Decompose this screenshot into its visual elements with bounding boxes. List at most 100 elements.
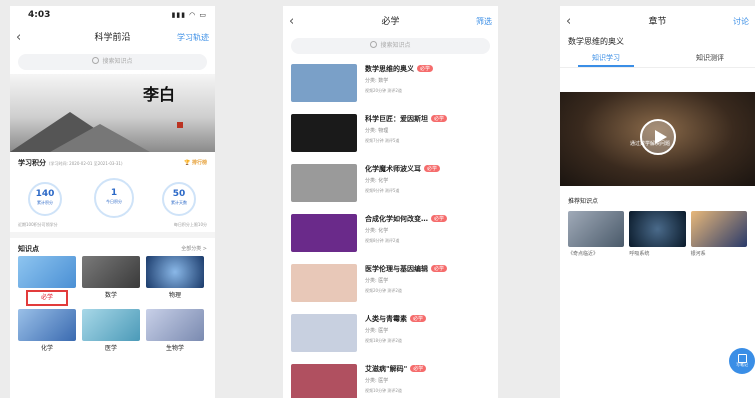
category-label: 数学 [104, 292, 117, 299]
list-item[interactable]: 医学伦理与基因编辑 必学 分类: 医学 视频20分钟 测评2道 [291, 260, 490, 310]
category-tile-physics[interactable]: 物理 [146, 256, 204, 306]
recommended-item[interactable]: 呼吸系统 [629, 211, 686, 257]
course-title: 数学思维的奥义 必学 [365, 64, 434, 74]
today-points-label: 今日积分 [106, 199, 122, 204]
video-caption: 通过数学解决问题 [630, 141, 671, 147]
status-bar: 4:03 ▮▮▮ ◠ ▭ [10, 6, 215, 26]
today-points-circle: 1 今日积分 [94, 178, 134, 218]
course-detail: 视频8分钟 测评2道 [365, 238, 400, 243]
list-item[interactable]: 人类与青霉素 必学 分类: 医学 视频18分钟 测评2道 [291, 310, 490, 360]
category-tile-math[interactable]: 数学 [82, 256, 140, 306]
category-label: 必学 [26, 290, 68, 306]
list-item[interactable]: 合成化学如何改变… 必学分类: 化学视频8分钟 测评2道 [291, 210, 490, 260]
back-icon[interactable]: ‹ [16, 26, 21, 50]
note-left: 近期100积分可领学分 [18, 222, 58, 227]
banner-image[interactable]: 李白 [10, 74, 215, 152]
score-title: 学习积分 [18, 159, 46, 167]
required-tag: 必学 [431, 215, 448, 222]
category-image [82, 256, 140, 288]
course-thumbnail [291, 164, 357, 202]
course-title-text: 医学伦理与基因编辑 [365, 265, 428, 273]
course-title: 数学思维的奥义 [568, 37, 624, 46]
rank-label: 排行榜 [191, 160, 207, 166]
phone-screen-required-list: ‹ 必学 筛选 搜索知识点 数学思维的奥义 必学 分类: 数学 视频20分钟 测评2道… [283, 6, 498, 398]
course-thumbnail [291, 214, 357, 252]
page-title: 科学前沿 [94, 33, 131, 43]
search-input[interactable]: 搜索知识点 [291, 38, 490, 54]
category-tile-chemistry[interactable]: 化学 [18, 309, 76, 357]
write-note-button[interactable]: 写笔记 [729, 348, 755, 374]
all-categories-link[interactable]: 全部分类 > [181, 245, 207, 252]
course-detail: 视频7分钟 测评5道 [365, 138, 400, 143]
search-icon [92, 57, 100, 64]
tab-knowledge-assessment[interactable]: 知识测评 [696, 53, 724, 63]
category-image [146, 256, 204, 288]
phone-screen-home: 4:03 ▮▮▮ ◠ ▭ ‹ 科学前沿 学习轨迹 搜索知识点 李白 学习积分 (学… [10, 6, 215, 398]
score-circles: 140 累计积分 1 今日积分 50 累计天数 近期100积分可领学分 每日积分… [10, 178, 215, 232]
nav-bar: ‹ 必学 筛选 [283, 10, 498, 34]
recommended-label: 《奇点临近》 [568, 251, 599, 257]
category-tile-medicine[interactable]: 医学 [82, 309, 140, 357]
phone-screen-chapter: ‹ 章节 讨论 数学思维的奥义 知识学习 知识测评 通过数学解决问题 推荐知识点… [560, 6, 755, 398]
search-input[interactable]: 搜索知识点 [18, 54, 207, 70]
search-placeholder: 搜索知识点 [380, 42, 411, 49]
list-item[interactable]: 数学思维的奥义 必学 分类: 数学 视频20分钟 测评2道 [291, 60, 490, 110]
course-title-text: 数学思维的奥义 [365, 65, 414, 73]
course-category: 分类: 化学 [365, 228, 389, 234]
category-label: 物理 [168, 292, 181, 299]
course-thumbnail [291, 64, 357, 102]
search-icon [370, 41, 378, 48]
today-points-value: 1 [110, 188, 118, 198]
back-icon[interactable]: ‹ [566, 10, 571, 34]
learning-track-link[interactable]: 学习轨迹 [177, 26, 209, 50]
nav-bar: ‹ 章节 讨论 [560, 10, 755, 34]
recommended-item[interactable]: 《奇点临近》 [568, 211, 625, 257]
rank-link[interactable]: 🏆 排行榜 [184, 159, 207, 166]
list-item[interactable]: 科学巨匠：爱因斯坦 必学 分类: 物理 视频7分钟 测评5道 [291, 110, 490, 160]
course-title: 合成化学如何改变… 必学 [365, 214, 448, 224]
course-detail: 视频20分钟 测评2道 [365, 288, 402, 293]
play-icon[interactable] [640, 119, 676, 155]
note-right: 每日积分上限10分 [173, 222, 207, 227]
recommended-label: 呼吸系统 [629, 251, 650, 257]
category-tile-biology[interactable]: 生物学 [146, 309, 204, 357]
total-points-value: 140 [35, 189, 55, 199]
course-detail: 视频20分钟 测评2道 [365, 88, 402, 93]
video-player[interactable]: 通过数学解决问题 [560, 92, 755, 186]
course-list: 数学思维的奥义 必学 分类: 数学 视频20分钟 测评2道 科学巨匠：爱因斯坦 必学 分类:… [283, 58, 498, 398]
recommended-list: 《奇点临近》 呼吸系统 银河系 [560, 211, 755, 257]
course-detail: 视频9分钟 测评5道 [365, 188, 400, 193]
course-detail: 视频18分钟 测评2道 [365, 338, 402, 343]
category-image [146, 309, 204, 341]
recommended-image [629, 211, 686, 247]
status-time: 4:03 [28, 10, 51, 20]
list-item[interactable]: 艾滋病"解码" 必学 分类: 医学 视频10分钟 测评2道 [291, 360, 490, 398]
required-tag: 必学 [424, 165, 441, 172]
discussion-link[interactable]: 讨论 [733, 10, 749, 34]
status-icons: ▮▮▮ ◠ ▭ [171, 11, 207, 19]
required-tag: 必学 [417, 65, 434, 72]
category-tile-required[interactable]: 必学 [18, 256, 76, 306]
tab-bar: 知识学习 知识测评 [560, 49, 755, 68]
list-item[interactable]: 化学魔术师波义耳 必学分类: 化学视频9分钟 测评5道 [291, 160, 490, 210]
course-detail: 视频10分钟 测评2道 [365, 388, 402, 393]
course-category: 分类: 化学 [365, 178, 389, 184]
page-title: 必学 [381, 17, 400, 27]
recommended-title: 推荐知识点 [568, 198, 599, 205]
category-label: 化学 [40, 345, 53, 352]
knowledge-header: 知识点 全部分类 > [10, 238, 215, 256]
recommended-item[interactable]: 银河系 [690, 211, 747, 257]
course-title-text: 化学魔术师波义耳 [365, 165, 421, 173]
course-title-text: 艾滋病"解码" [365, 365, 408, 373]
knowledge-title: 知识点 [18, 245, 39, 253]
write-note-label: 写笔记 [736, 362, 748, 367]
tab-knowledge-learning[interactable]: 知识学习 [578, 53, 634, 67]
course-title: 艾滋病"解码" 必学 [365, 364, 427, 374]
course-category: 分类: 物理 [365, 128, 389, 134]
course-title: 医学伦理与基因编辑 必学 [365, 264, 448, 274]
page-title: 章节 [648, 17, 667, 27]
back-icon[interactable]: ‹ [289, 10, 294, 34]
filter-button[interactable]: 筛选 [476, 10, 492, 34]
nav-bar: ‹ 科学前沿 学习轨迹 [10, 26, 215, 50]
course-thumbnail [291, 264, 357, 302]
